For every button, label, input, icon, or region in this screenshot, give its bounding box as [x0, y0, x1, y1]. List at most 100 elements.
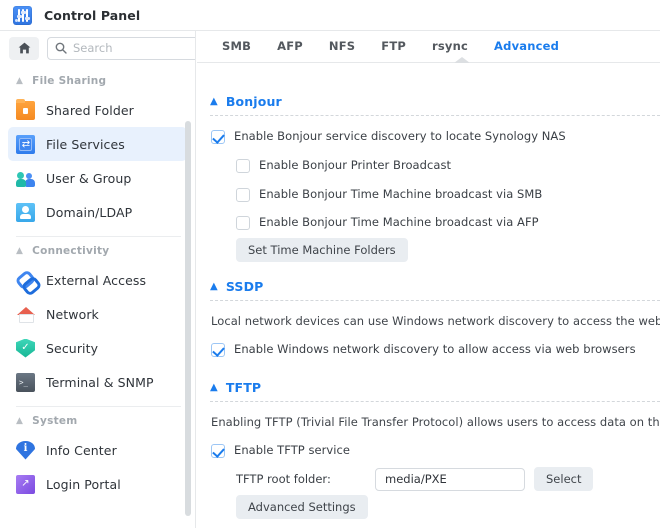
home-button[interactable]: [9, 37, 39, 60]
sidebar-section-label: System: [32, 415, 77, 427]
checkbox-row-bonjour-tm-smb[interactable]: Enable Bonjour Time Machine broadcast vi…: [197, 187, 542, 202]
sidebar-section-label: File Sharing: [32, 75, 106, 87]
sidebar-item-label: Domain/LDAP: [46, 205, 132, 220]
window-titlebar: Control Panel: [0, 0, 660, 31]
info-center-icon: [16, 441, 35, 460]
group-ssdp: ▲ SSDP: [197, 279, 660, 301]
sidebar-search-bar: [0, 31, 195, 65]
sidebar-scroll-area: ▲ File Sharing Shared Folder File Servic…: [0, 65, 195, 528]
select-folder-button[interactable]: Select: [534, 467, 593, 491]
sidebar-item-label: Security: [46, 341, 98, 356]
chevron-up-icon: ▲: [16, 417, 23, 426]
external-access-icon: [16, 271, 35, 290]
tftp-root-folder-label: TFTP root folder:: [236, 472, 366, 486]
checkbox-row-bonjour-tm-afp[interactable]: Enable Bonjour Time Machine broadcast vi…: [197, 215, 539, 230]
tab-rsync[interactable]: rsync: [419, 31, 481, 62]
sidebar-item-user-group[interactable]: User & Group: [8, 161, 187, 195]
group-tftp-header[interactable]: ▲ TFTP: [197, 380, 660, 395]
chevron-up-icon: ▲: [16, 247, 23, 256]
sidebar-item-label: File Services: [46, 137, 125, 152]
sidebar-item-terminal-snmp[interactable]: Terminal & SNMP: [8, 365, 187, 399]
checkbox-label: Enable Bonjour Printer Broadcast: [259, 158, 451, 172]
sidebar-item-label: User & Group: [46, 171, 131, 186]
checkbox-row-bonjour-printer[interactable]: Enable Bonjour Printer Broadcast: [197, 158, 451, 173]
tftp-root-folder-input[interactable]: [375, 468, 525, 491]
search-box[interactable]: [47, 37, 196, 60]
sidebar-item-label: Network: [46, 307, 99, 322]
sidebar-item-label: External Access: [46, 273, 146, 288]
terminal-snmp-icon: [16, 373, 35, 392]
checkbox-bonjour-discovery[interactable]: [211, 130, 225, 144]
security-shield-icon: [16, 339, 35, 358]
chevron-up-icon: ▲: [210, 383, 218, 393]
sidebar-item-login-portal[interactable]: Login Portal: [8, 467, 187, 501]
checkbox-label: Enable Bonjour Time Machine broadcast vi…: [259, 187, 542, 201]
sidebar-item-label: Shared Folder: [46, 103, 134, 118]
search-icon: [55, 42, 67, 54]
checkbox-bonjour-printer-broadcast[interactable]: [236, 159, 250, 173]
tab-pointer-caret: [454, 57, 470, 63]
group-tftp: ▲ TFTP: [197, 380, 660, 402]
network-icon: [16, 305, 35, 324]
sidebar-section-system[interactable]: ▲ System: [0, 407, 195, 433]
checkbox-enable-tftp-service[interactable]: [211, 444, 225, 458]
tab-smb[interactable]: SMB: [209, 31, 264, 62]
sidebar-item-label: Info Center: [46, 443, 117, 458]
sidebar-item-info-center[interactable]: Info Center: [8, 433, 187, 467]
sidebar: ▲ File Sharing Shared Folder File Servic…: [0, 31, 196, 528]
checkbox-bonjour-time-machine-smb[interactable]: [236, 188, 250, 202]
sidebar-item-external-access[interactable]: External Access: [8, 263, 187, 297]
checkbox-label: Enable TFTP service: [234, 443, 350, 457]
main-content: SMB AFP NFS FTP rsync Advanced ▲ Bonjour…: [197, 31, 660, 528]
checkbox-label: Enable Bonjour service discovery to loca…: [234, 129, 566, 143]
search-input[interactable]: [73, 39, 196, 58]
checkbox-windows-network-discovery[interactable]: [211, 343, 225, 357]
sidebar-item-network[interactable]: Network: [8, 297, 187, 331]
tab-advanced[interactable]: Advanced: [481, 31, 572, 62]
checkbox-bonjour-time-machine-afp[interactable]: [236, 216, 250, 230]
domain-ldap-icon: [16, 203, 35, 222]
tftp-advanced-settings-button[interactable]: Advanced Settings: [236, 495, 368, 519]
chevron-up-icon: ▲: [16, 77, 23, 86]
checkbox-row-windows-network-discovery[interactable]: Enable Windows network discovery to allo…: [197, 342, 636, 357]
set-time-machine-folders-button[interactable]: Set Time Machine Folders: [236, 238, 408, 262]
sidebar-item-shared-folder[interactable]: Shared Folder: [8, 93, 187, 127]
checkbox-row-bonjour-discovery[interactable]: Enable Bonjour service discovery to loca…: [197, 129, 566, 144]
home-icon: [18, 42, 31, 54]
group-rule: [210, 401, 660, 402]
sidebar-section-connectivity[interactable]: ▲ Connectivity: [0, 237, 195, 263]
user-group-icon: [16, 169, 35, 188]
tab-nfs[interactable]: NFS: [316, 31, 368, 62]
checkbox-label: Enable Windows network discovery to allo…: [234, 342, 636, 356]
checkbox-row-enable-tftp[interactable]: Enable TFTP service: [197, 443, 350, 458]
chevron-up-icon: ▲: [210, 97, 218, 107]
window-title: Control Panel: [44, 8, 140, 23]
tab-afp[interactable]: AFP: [264, 31, 316, 62]
checkbox-label: Enable Bonjour Time Machine broadcast vi…: [259, 215, 539, 229]
group-title: Bonjour: [226, 94, 282, 109]
ssdp-description: Local network devices can use Windows ne…: [197, 314, 660, 328]
group-rule: [210, 115, 660, 116]
advanced-settings-panel: ▲ Bonjour Enable Bonjour service discove…: [197, 63, 660, 528]
sidebar-item-label: Terminal & SNMP: [46, 375, 154, 390]
shared-folder-icon: [16, 101, 35, 120]
tab-bar: SMB AFP NFS FTP rsync Advanced: [197, 31, 660, 63]
file-services-icon: [16, 135, 35, 154]
control-panel-icon: [13, 6, 32, 25]
tab-ftp[interactable]: FTP: [368, 31, 419, 62]
login-portal-icon: [16, 475, 35, 494]
group-rule: [210, 300, 660, 301]
group-title: TFTP: [226, 380, 261, 395]
group-ssdp-header[interactable]: ▲ SSDP: [197, 279, 660, 294]
sidebar-item-file-services[interactable]: File Services: [8, 127, 187, 161]
sidebar-section-file-sharing[interactable]: ▲ File Sharing: [0, 67, 195, 93]
sidebar-scrollbar[interactable]: [185, 121, 191, 516]
sidebar-item-security[interactable]: Security: [8, 331, 187, 365]
chevron-up-icon: ▲: [210, 282, 218, 292]
tftp-description: Enabling TFTP (Trivial File Transfer Pro…: [197, 415, 660, 429]
group-bonjour-header[interactable]: ▲ Bonjour: [197, 94, 660, 109]
sidebar-item-label: Login Portal: [46, 477, 121, 492]
tftp-root-folder-row: TFTP root folder: Select: [197, 467, 593, 491]
group-title: SSDP: [226, 279, 264, 294]
sidebar-item-domain-ldap[interactable]: Domain/LDAP: [8, 195, 187, 229]
